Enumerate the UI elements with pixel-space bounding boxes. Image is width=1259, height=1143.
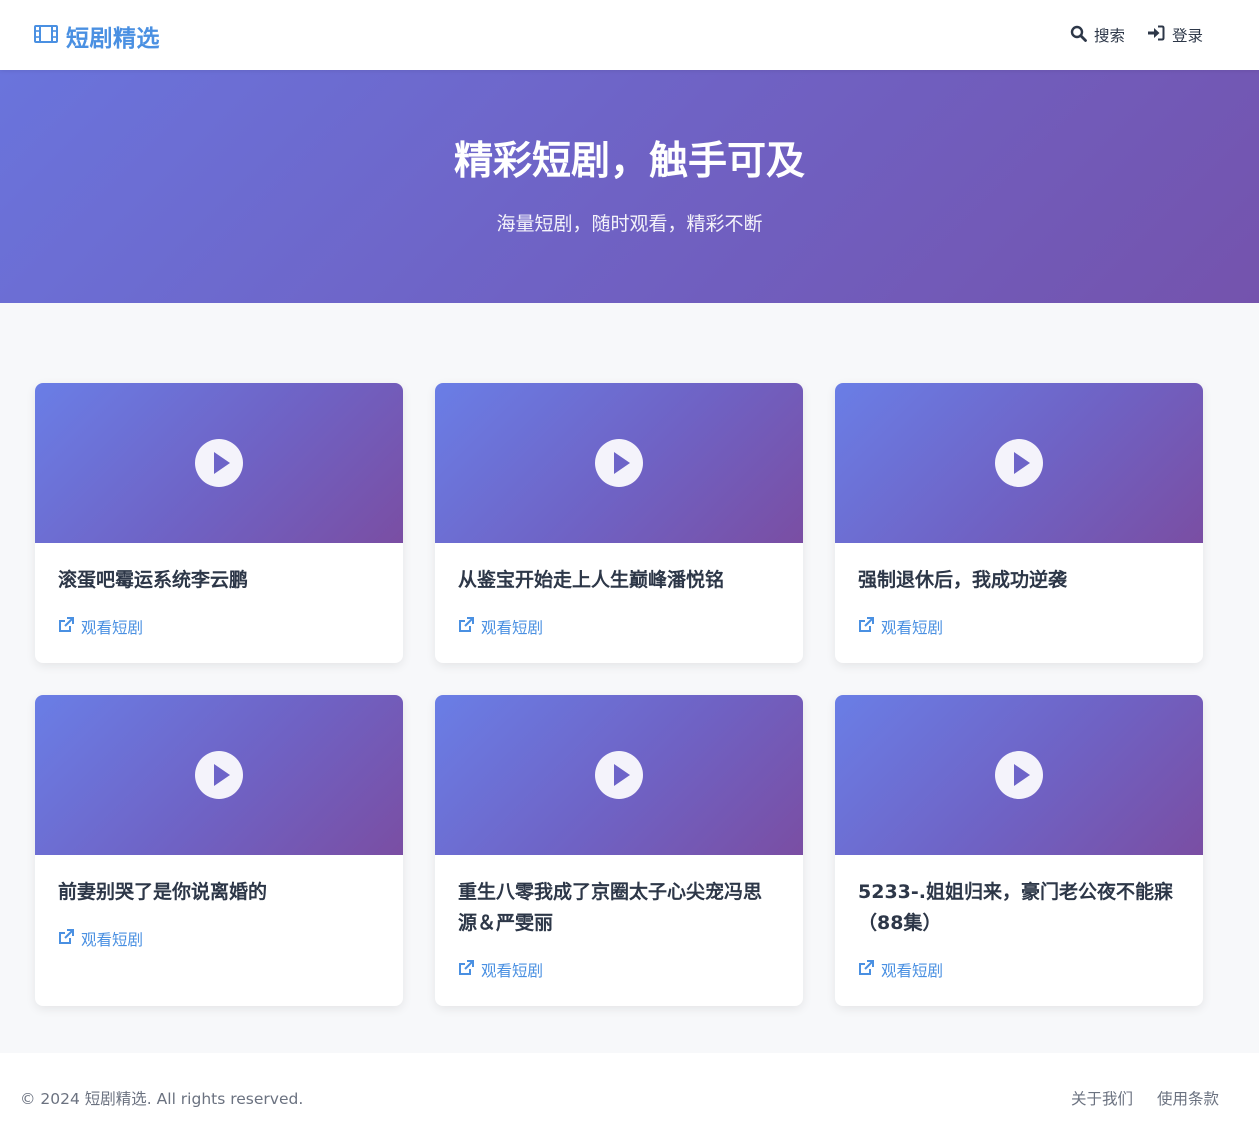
site-logo[interactable]: 短剧精选 bbox=[34, 20, 160, 52]
watch-drama-link[interactable]: 观看短剧 bbox=[458, 959, 543, 981]
site-header: 短剧精选 搜索 登录 bbox=[0, 0, 1259, 70]
hero-subtitle: 海量短剧，随时观看，精彩不断 bbox=[496, 213, 763, 235]
watch-drama-label: 观看短剧 bbox=[881, 962, 944, 980]
play-icon[interactable] bbox=[195, 751, 243, 799]
nav-search[interactable]: 搜索 bbox=[1070, 22, 1125, 48]
nav-login-label: 登录 bbox=[1171, 27, 1203, 45]
footer-link-terms[interactable]: 使用条款 bbox=[1157, 1089, 1219, 1109]
external-link-icon bbox=[858, 960, 874, 980]
hero-banner: 精彩短剧，触手可及 海量短剧，随时观看，精彩不断 bbox=[0, 70, 1259, 303]
copyright-text: © 2024 短剧精选. All rights reserved. bbox=[20, 1090, 304, 1108]
hero-title: 精彩短剧，触手可及 bbox=[453, 139, 805, 184]
external-link-icon bbox=[858, 617, 874, 637]
play-icon[interactable] bbox=[195, 439, 243, 487]
search-icon bbox=[1070, 25, 1087, 46]
drama-title: 5233-.姐姐归来，豪门老公夜不能寐（88集） bbox=[858, 881, 1173, 934]
drama-card: 滚蛋吧霉运系统李云鹏 观看短剧 bbox=[35, 383, 403, 663]
watch-drama-label: 观看短剧 bbox=[481, 962, 544, 980]
watch-drama-link[interactable]: 观看短剧 bbox=[58, 928, 143, 950]
watch-drama-label: 观看短剧 bbox=[481, 619, 544, 637]
nav-login[interactable]: 登录 bbox=[1147, 22, 1203, 48]
play-icon[interactable] bbox=[595, 439, 643, 487]
site-footer: © 2024 短剧精选. All rights reserved. 关于我们 使… bbox=[0, 1053, 1259, 1143]
drama-thumbnail[interactable] bbox=[435, 695, 803, 855]
film-icon bbox=[34, 24, 58, 48]
watch-drama-label: 观看短剧 bbox=[881, 619, 944, 637]
drama-title: 前妻别哭了是你说离婚的 bbox=[58, 881, 268, 903]
logo-text: 短剧精选 bbox=[66, 26, 160, 52]
watch-drama-link[interactable]: 观看短剧 bbox=[458, 616, 543, 638]
footer-links: 关于我们 使用条款 bbox=[1071, 1089, 1219, 1109]
drama-title: 强制退休后，我成功逆袭 bbox=[858, 569, 1068, 591]
drama-thumbnail[interactable] bbox=[35, 695, 403, 855]
external-link-icon bbox=[458, 617, 474, 637]
drama-card: 前妻别哭了是你说离婚的 观看短剧 bbox=[35, 695, 403, 1006]
drama-card: 强制退休后，我成功逆袭 观看短剧 bbox=[835, 383, 1203, 663]
drama-title: 滚蛋吧霉运系统李云鹏 bbox=[58, 569, 249, 591]
play-icon[interactable] bbox=[995, 439, 1043, 487]
drama-card: 从鉴宝开始走上人生巅峰潘悦铭 观看短剧 bbox=[435, 383, 803, 663]
external-link-icon bbox=[58, 617, 74, 637]
footer-link-about[interactable]: 关于我们 bbox=[1071, 1089, 1133, 1109]
nav-search-label: 搜索 bbox=[1093, 27, 1125, 45]
external-link-icon bbox=[58, 929, 74, 949]
drama-thumbnail[interactable] bbox=[35, 383, 403, 543]
sign-in-icon bbox=[1147, 25, 1165, 45]
watch-drama-label: 观看短剧 bbox=[81, 931, 144, 949]
drama-thumbnail[interactable] bbox=[435, 383, 803, 543]
watch-drama-link[interactable]: 观看短剧 bbox=[58, 616, 143, 638]
drama-title: 从鉴宝开始走上人生巅峰潘悦铭 bbox=[458, 569, 725, 591]
watch-drama-link[interactable]: 观看短剧 bbox=[858, 616, 943, 638]
drama-card: 5233-.姐姐归来，豪门老公夜不能寐（88集） 观看短剧 bbox=[835, 695, 1203, 1006]
play-icon[interactable] bbox=[995, 751, 1043, 799]
top-nav: 搜索 登录 bbox=[1070, 22, 1203, 48]
external-link-icon bbox=[458, 960, 474, 980]
drama-thumbnail[interactable] bbox=[835, 695, 1203, 855]
play-icon[interactable] bbox=[595, 751, 643, 799]
watch-drama-link[interactable]: 观看短剧 bbox=[858, 959, 943, 981]
watch-drama-label: 观看短剧 bbox=[81, 619, 144, 637]
drama-card: 重生八零我成了京圈太子心尖宠冯思源＆严雯丽 观看短剧 bbox=[435, 695, 803, 1006]
drama-title: 重生八零我成了京圈太子心尖宠冯思源＆严雯丽 bbox=[458, 881, 763, 934]
drama-thumbnail[interactable] bbox=[835, 383, 1203, 543]
